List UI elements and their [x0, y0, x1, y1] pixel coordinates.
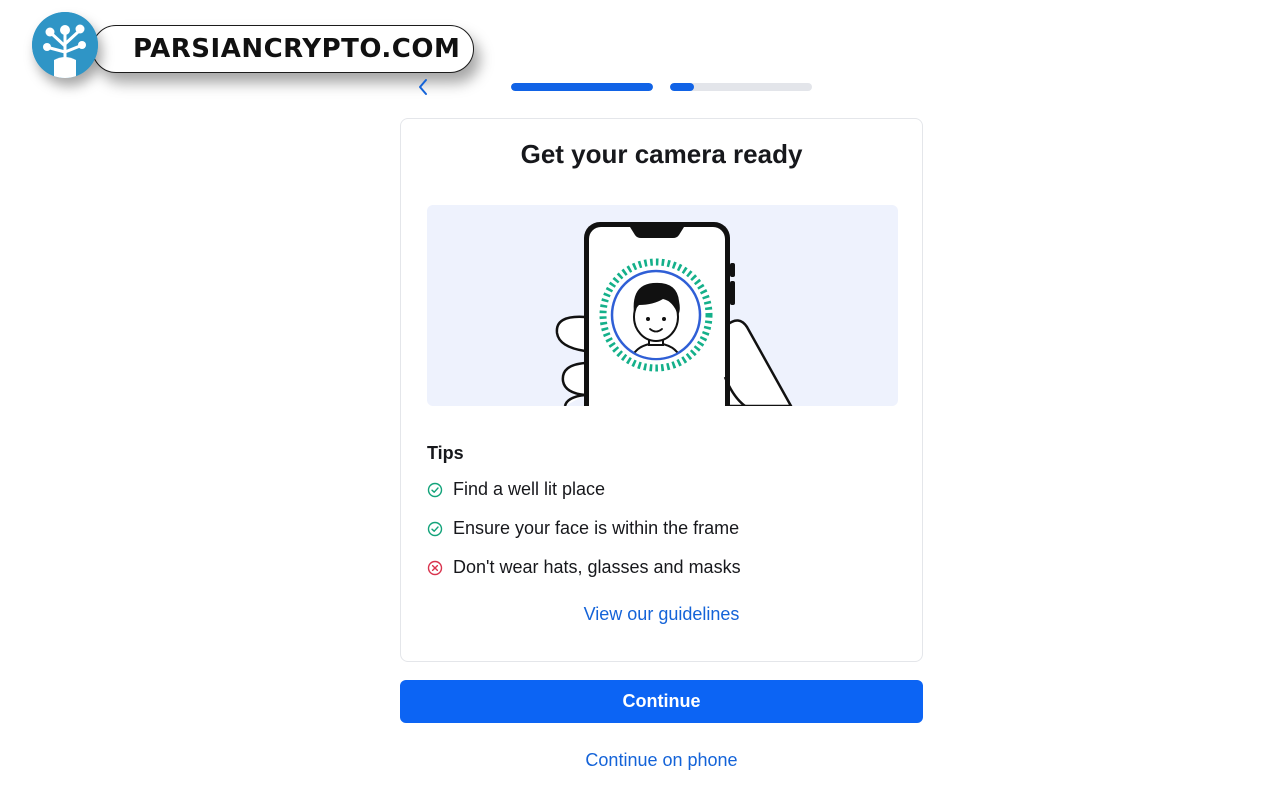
camera-ready-card: Get your camera ready Tips Find a well l… [400, 118, 923, 662]
tip-text: Find a well lit place [453, 479, 606, 499]
tip-item: Find a well lit place [427, 479, 605, 500]
check-circle-icon [427, 521, 443, 536]
check-circle-icon [427, 482, 443, 497]
back-button[interactable] [412, 76, 434, 98]
chevron-left-icon [419, 79, 427, 95]
tip-item: Don't wear hats, glasses and masks [427, 557, 741, 578]
watermark-logo: PARSIANCRYPTO.COM [32, 12, 474, 102]
x-circle-icon [427, 560, 443, 575]
card-title: Get your camera ready [520, 139, 803, 169]
page: PARSIANCRYPTO.COM Get your camera ready … [0, 0, 1280, 800]
continue-button[interactable]: Continue [400, 680, 923, 723]
view-guidelines-link[interactable]: View our guidelines [401, 604, 922, 625]
progress-step-1 [511, 83, 653, 91]
tips-heading: Tips [427, 443, 464, 463]
continue-on-phone-link[interactable]: Continue on phone [400, 750, 923, 771]
tip-item: Ensure your face is within the frame [427, 518, 739, 539]
tip-text: Don't wear hats, glasses and masks [453, 557, 741, 577]
progress-step-2-fill [670, 83, 695, 91]
progress-step-2 [670, 83, 812, 91]
watermark-badge-icon [32, 12, 98, 78]
phone-selfie-illustration [427, 205, 898, 406]
watermark-text: PARSIANCRYPTO.COM [92, 25, 474, 73]
progress-step-1-fill [511, 83, 653, 91]
tip-text: Ensure your face is within the frame [453, 518, 740, 538]
